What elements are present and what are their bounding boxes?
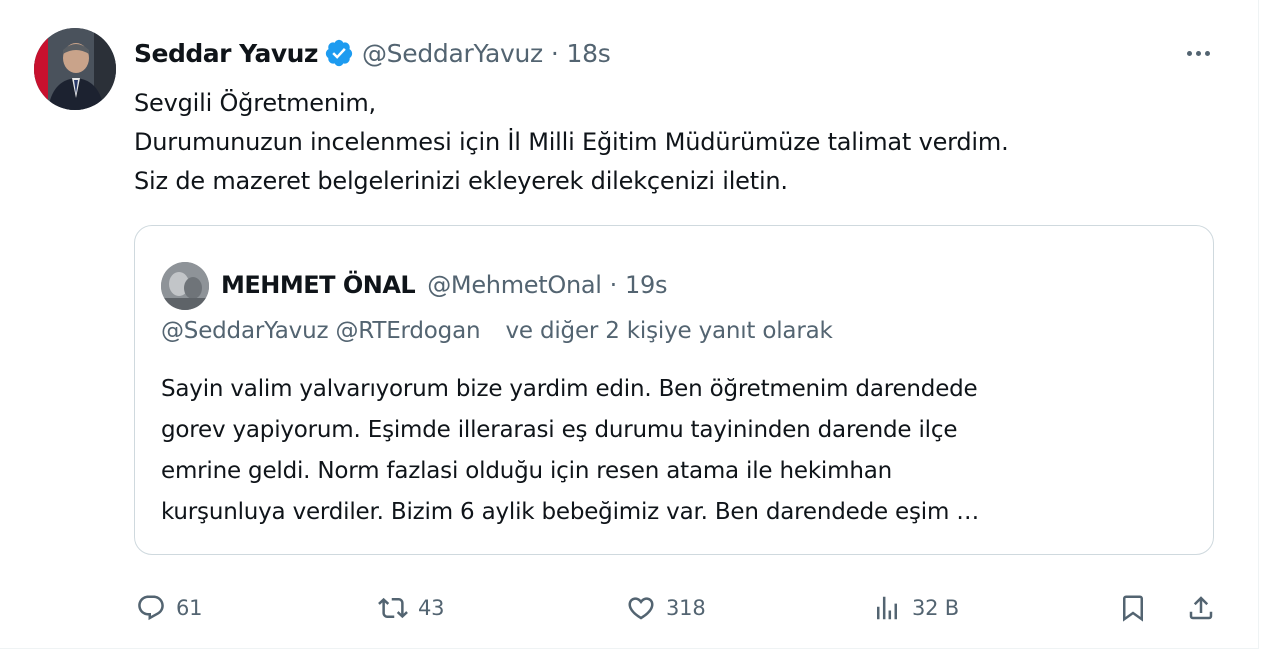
avatar[interactable] [34, 28, 116, 110]
tweet-text-line: Sevgili Öğretmenim, [134, 89, 376, 117]
tweet-time[interactable]: 18s [567, 39, 611, 68]
quoted-header: MEHMET ÖNAL @MehmetOnal · 19s [221, 268, 667, 302]
tweet-text-line: Durumunuzun incelenmesi için İl Milli Eğ… [134, 128, 1009, 156]
retweet-icon [378, 593, 408, 623]
quoted-tweet[interactable]: MEHMET ÖNAL @MehmetOnal · 19s @SeddarYav… [134, 225, 1214, 555]
quoted-text: Sayin valim yalvarıyorum bize yardim edi… [161, 369, 1191, 533]
author-name[interactable]: Seddar Yavuz [134, 39, 318, 68]
tweet[interactable]: Seddar Yavuz @SeddarYavuz · 18s Sevgili … [0, 0, 1259, 649]
views-count: 32 B [912, 596, 960, 620]
quoted-author-name: MEHMET ÖNAL [221, 271, 416, 299]
quoted-avatar [161, 262, 209, 310]
more-options-button[interactable] [1178, 38, 1218, 68]
reply-context-suffix: ve diğer 2 kişiye yanıt olarak [505, 318, 833, 344]
tweet-text-line: Siz de mazeret belgelerinizi ekleyerek d… [134, 167, 788, 195]
like-count: 318 [666, 596, 706, 620]
reply-button[interactable]: 61 [136, 588, 203, 628]
quoted-text-line: emrine geldi. Norm fazlasi olduğu için r… [161, 458, 892, 484]
quoted-author-handle: @MehmetOnal [427, 271, 602, 299]
more-horizontal-icon [1186, 50, 1192, 56]
quoted-reply-context: @SeddarYavuz @RTErdogan ve diğer 2 kişiy… [161, 318, 833, 344]
quoted-text-line: kurşunluya verdiler. Bizim 6 aylik bebeğ… [161, 499, 980, 525]
tweet-text: Sevgili Öğretmenim, Durumunuzun incelenm… [134, 84, 1214, 201]
author-handle[interactable]: @SeddarYavuz [362, 39, 543, 68]
reply-icon [136, 593, 166, 623]
tweet-actions: 61 43 318 32 B [0, 588, 1258, 628]
meta-separator: · [550, 38, 559, 68]
reply-mention: @RTErdogan [335, 318, 481, 344]
views-button[interactable]: 32 B [872, 588, 959, 628]
verified-badge-icon [324, 38, 354, 68]
bookmark-button[interactable] [1118, 588, 1148, 628]
share-icon [1186, 593, 1216, 623]
retweet-count: 43 [418, 596, 445, 620]
quoted-meta-separator: · [609, 271, 618, 299]
quoted-text-line: Sayin valim yalvarıyorum bize yardim edi… [161, 376, 978, 402]
views-icon [872, 593, 902, 623]
quoted-time: 19s [625, 271, 668, 299]
reply-mention: @SeddarYavuz [161, 318, 329, 344]
tweet-header: Seddar Yavuz @SeddarYavuz · 18s [134, 36, 611, 70]
quoted-text-line: gorev yapiyorum. Eşimde illerarasi eş du… [161, 417, 958, 443]
bookmark-icon [1118, 593, 1148, 623]
retweet-button[interactable]: 43 [378, 588, 445, 628]
reply-count: 61 [176, 596, 203, 620]
share-button[interactable] [1186, 588, 1216, 628]
like-button[interactable]: 318 [626, 588, 706, 628]
heart-icon [626, 593, 656, 623]
